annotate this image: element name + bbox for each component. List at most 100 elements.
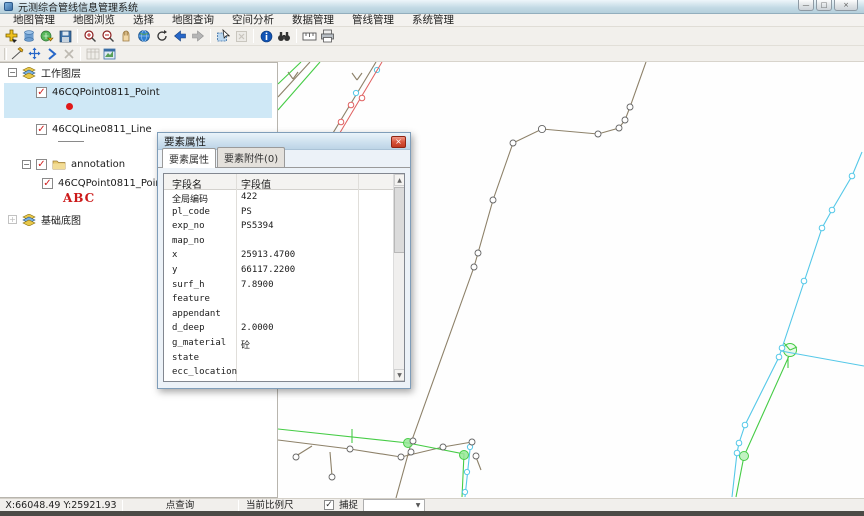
- dialog-close-button[interactable]: ×: [391, 136, 406, 148]
- app-icon: [4, 2, 13, 11]
- collapse-icon[interactable]: −: [22, 160, 31, 169]
- database-icon: [22, 29, 36, 43]
- table-row[interactable]: surf_h7.8900: [164, 278, 393, 293]
- table-row[interactable]: d_deep2.0000: [164, 321, 393, 336]
- table-row[interactable]: x25913.4700: [164, 248, 393, 263]
- add-data-button[interactable]: [2, 27, 20, 45]
- expand-icon[interactable]: +: [8, 215, 17, 224]
- field-value: 7.8900: [241, 280, 274, 290]
- tree-node-working-layers[interactable]: − 工作图层: [8, 66, 81, 79]
- printer-icon: [320, 29, 335, 43]
- table-row[interactable]: appendant: [164, 307, 393, 322]
- refresh-button[interactable]: [153, 27, 171, 45]
- full-extent-button[interactable]: [135, 27, 153, 45]
- clear-selection-button[interactable]: [232, 27, 250, 45]
- label-layer-checkbox[interactable]: ✓: [42, 178, 53, 189]
- menu-item-spatial-analysis[interactable]: 空间分析: [223, 14, 283, 27]
- table-row[interactable]: exp_noPS5394: [164, 219, 393, 234]
- menu-item-pipeline-management[interactable]: 管线管理: [343, 14, 403, 27]
- main-toolbar: [0, 27, 864, 46]
- folder-icon: [52, 159, 66, 170]
- back-button[interactable]: [171, 27, 189, 45]
- export-data-button[interactable]: [38, 27, 56, 45]
- attribute-table-body: 全局编码422 pl_codePS exp_noPS5394 map_no x2…: [164, 190, 393, 381]
- select-features-button[interactable]: [214, 27, 232, 45]
- measure-button[interactable]: [300, 27, 318, 45]
- scroll-down-arrow[interactable]: ▼: [394, 369, 405, 381]
- feature-attributes-dialog: 要素属性 × 要素属性 要素附件(0) 字段名 字段值 全局编码422 pl_c…: [157, 132, 411, 389]
- print-button[interactable]: [318, 27, 336, 45]
- table-row[interactable]: ecc_location: [164, 365, 393, 380]
- pipeline-red-line: [338, 62, 382, 136]
- scrollbar-thumb[interactable]: [394, 187, 405, 253]
- save-button[interactable]: [56, 27, 74, 45]
- menu-item-data-management[interactable]: 数据管理: [283, 14, 343, 27]
- zoom-in-button[interactable]: [81, 27, 99, 45]
- next-select-button[interactable]: [43, 46, 60, 61]
- pan-button[interactable]: [117, 27, 135, 45]
- menu-item-map-query[interactable]: 地图查询: [163, 14, 223, 27]
- zoom-in-icon: [83, 29, 97, 43]
- tab-feature-attachments[interactable]: 要素附件(0): [217, 147, 285, 167]
- tree-node-line-layer[interactable]: ✓ 46CQLine0811_Line: [36, 123, 152, 136]
- maximize-button[interactable]: □: [816, 0, 832, 11]
- table-row[interactable]: y66117.2200: [164, 263, 393, 278]
- forward-button[interactable]: [189, 27, 207, 45]
- edit-toolbar: [0, 46, 864, 62]
- table-row[interactable]: state: [164, 351, 393, 366]
- move-feature-button[interactable]: [26, 46, 43, 61]
- table-row[interactable]: map_no: [164, 234, 393, 249]
- zoom-out-icon: [101, 29, 115, 43]
- bottom-edge-strip: [0, 511, 864, 516]
- menu-item-system-management[interactable]: 系统管理: [403, 14, 463, 27]
- menu-item-map-browse[interactable]: 地图浏览: [64, 14, 124, 27]
- minimize-button[interactable]: —: [798, 0, 814, 11]
- field-name: map_no: [172, 236, 205, 246]
- tree-node-basemap[interactable]: + 基础底图: [8, 213, 81, 226]
- image-chart-icon: [103, 48, 116, 60]
- tree-node-annotation-group[interactable]: − ✓ annotation: [22, 158, 125, 171]
- sketch-button[interactable]: [9, 46, 26, 61]
- field-name: pl_code: [172, 207, 210, 217]
- menu-item-select[interactable]: 选择: [124, 14, 163, 27]
- point-legend-symbol: [66, 103, 73, 110]
- identify-button[interactable]: [257, 27, 275, 45]
- close-button[interactable]: ×: [834, 0, 858, 11]
- status-bar: X:66048.49 Y:25921.93 点查询 当前比例尺 1:23165 …: [0, 498, 864, 511]
- scroll-up-arrow[interactable]: ▲: [394, 174, 405, 186]
- status-divider: [122, 500, 123, 511]
- toolbar-grip[interactable]: [4, 48, 7, 60]
- zoom-out-button[interactable]: [99, 27, 117, 45]
- snap-checkbox[interactable]: ✓: [324, 500, 334, 510]
- delete-button[interactable]: [60, 46, 77, 61]
- field-name: g_material: [172, 338, 226, 348]
- tree-node-point-layer[interactable]: ✓ 46CQPoint0811_Point: [36, 86, 160, 99]
- collapse-icon[interactable]: −: [8, 68, 17, 77]
- tab-feature-attributes[interactable]: 要素属性: [162, 148, 216, 168]
- table-row[interactable]: g_material 砼: [164, 336, 393, 351]
- annotation-label: annotation: [71, 159, 125, 170]
- vertical-scrollbar[interactable]: ▲ ▼: [393, 174, 404, 381]
- database-button[interactable]: [20, 27, 38, 45]
- forward-arrow-icon: [191, 29, 205, 43]
- clear-selection-icon: [235, 30, 248, 43]
- select-features-icon: [216, 29, 230, 43]
- attribute-table-button[interactable]: [84, 46, 101, 61]
- field-value: 422: [241, 192, 257, 202]
- menu-item-map-management[interactable]: 地图管理: [4, 14, 64, 27]
- chevron-down-icon[interactable]: ▼: [412, 500, 424, 511]
- field-value: 2.0000: [241, 323, 274, 333]
- field-value: 砼: [241, 338, 250, 351]
- chevron-right-icon: [46, 48, 58, 60]
- point-layer-checkbox[interactable]: ✓: [36, 87, 47, 98]
- table-row[interactable]: feature: [164, 292, 393, 307]
- table-row[interactable]: 全局编码422: [164, 190, 393, 205]
- annotation-checkbox[interactable]: ✓: [36, 159, 47, 170]
- delete-x-icon: [63, 48, 75, 60]
- identify-icon: [260, 30, 273, 43]
- table-row[interactable]: pl_codePS: [164, 205, 393, 220]
- line-layer-checkbox[interactable]: ✓: [36, 124, 47, 135]
- find-button[interactable]: [275, 27, 293, 45]
- dialog-title: 要素属性: [164, 134, 206, 149]
- image-chart-button[interactable]: [101, 46, 118, 61]
